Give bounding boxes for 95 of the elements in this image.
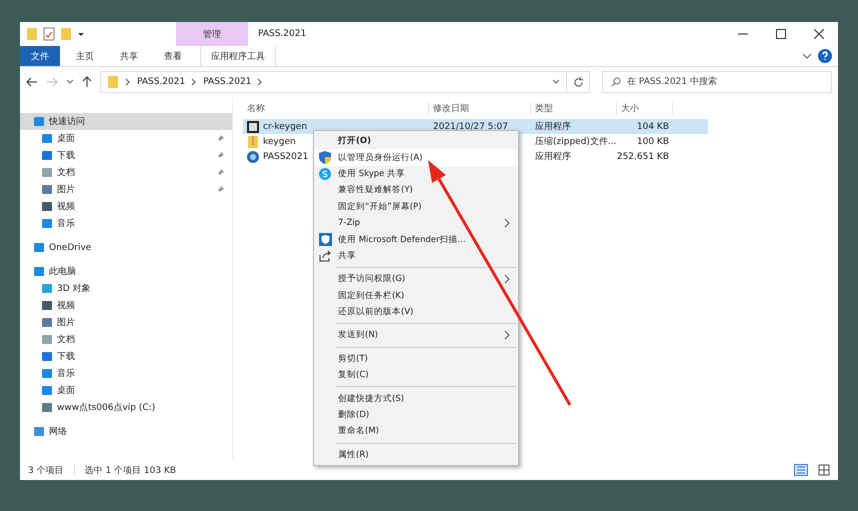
pin-icon[interactable] xyxy=(216,152,224,160)
up-arrow-icon[interactable] xyxy=(82,76,92,88)
selection-info: 选中 1 个项目 103 KB xyxy=(84,464,176,476)
refresh-button[interactable] xyxy=(566,71,590,93)
sidebar-item[interactable]: 下载 xyxy=(20,348,232,365)
sidebar-item[interactable]: 图片 xyxy=(20,314,232,331)
ribbon-tab[interactable]: 共享 xyxy=(110,46,148,66)
shield-icon xyxy=(319,151,331,164)
zip-folder-icon xyxy=(247,136,259,148)
modified-date: 2021/10/27 5:07 xyxy=(433,122,508,132)
maximize-icon[interactable] xyxy=(776,29,786,39)
menu-item[interactable]: 使用 Skype 共享 xyxy=(314,166,518,182)
menu-item[interactable]: 共享 xyxy=(314,248,518,264)
menu-item[interactable]: 删除(D) xyxy=(314,406,518,424)
ribbon-tab[interactable]: 查看 xyxy=(154,46,192,66)
file-name[interactable]: cr-keygen xyxy=(263,122,308,132)
sidebar-item[interactable]: 下载 xyxy=(20,147,232,164)
breadcrumb[interactable]: PASS.2021 xyxy=(203,77,252,87)
ribbon-tab[interactable]: 主页 xyxy=(66,46,104,66)
sidebar-item[interactable]: 文档 xyxy=(20,164,232,181)
window-title: PASS.2021 xyxy=(257,29,308,39)
sidebar-item[interactable]: 图片 xyxy=(20,181,232,198)
menu-item[interactable]: 固定到任务栏(K) xyxy=(314,288,518,304)
chevron-down-icon[interactable] xyxy=(552,79,560,85)
sidebar-item[interactable]: 此电脑 xyxy=(20,263,232,280)
back-arrow-icon[interactable] xyxy=(26,77,38,87)
file-type: 压缩(zipped)文件... xyxy=(535,136,617,148)
sidebar-item[interactable]: www点ts006点vip (C:) xyxy=(20,399,232,416)
folder-icon xyxy=(107,75,119,89)
chevron-down-icon[interactable] xyxy=(802,52,812,60)
sidebar-item[interactable]: 视频 xyxy=(20,297,232,314)
menu-item[interactable]: 兼容性疑难解答(Y) xyxy=(314,182,518,199)
menu-item[interactable]: 创建快捷方式(S) xyxy=(314,390,518,407)
file-size: 252,651 KB xyxy=(616,152,669,162)
shield-icon xyxy=(318,233,332,246)
address-bar[interactable]: PASS.2021 PASS.2021 xyxy=(100,71,567,93)
pin-icon[interactable] xyxy=(216,186,224,194)
context-tab-group: 管理 xyxy=(176,22,248,46)
menu-item[interactable]: 7-Zip xyxy=(314,214,518,232)
menu-item[interactable]: 打开(O) xyxy=(314,133,518,150)
sidebar-item[interactable]: 音乐 xyxy=(20,365,232,382)
skype-icon xyxy=(319,168,331,180)
file-size: 100 KB xyxy=(636,136,669,146)
menu-item[interactable]: 重命名(M) xyxy=(314,423,518,440)
sidebar-item[interactable]: 桌面 xyxy=(20,130,232,147)
search-icon xyxy=(611,77,621,87)
menu-item[interactable]: 固定到“开始”屏幕(P) xyxy=(314,198,518,215)
sidebar-item[interactable]: OneDrive xyxy=(20,239,232,256)
column-header[interactable]: 名称 xyxy=(243,102,429,114)
menu-item[interactable]: 属性(R) xyxy=(314,446,518,464)
help-icon[interactable] xyxy=(818,49,832,63)
chevron-right-icon[interactable] xyxy=(257,78,264,86)
share-icon xyxy=(319,250,331,262)
file-size: 104 KB xyxy=(636,122,669,132)
dropdown-icon[interactable] xyxy=(77,30,85,38)
sidebar-item[interactable]: 音乐 xyxy=(20,215,232,232)
search-field[interactable]: 在 PASS.2021 中搜索 xyxy=(602,71,832,93)
chevron-right-icon[interactable] xyxy=(125,78,131,86)
sidebar-item[interactable]: 桌面 xyxy=(20,382,232,399)
column-header[interactable]: 修改日期 xyxy=(429,102,531,114)
properties-icon[interactable] xyxy=(43,27,55,41)
installer-icon xyxy=(247,150,259,162)
column-header[interactable]: 大小 xyxy=(617,102,673,114)
details-view-icon[interactable] xyxy=(794,464,808,476)
application-icon xyxy=(247,120,259,132)
pin-icon[interactable] xyxy=(216,134,224,142)
menu-item[interactable]: 使用 Microsoft Defender扫描... xyxy=(314,231,518,248)
column-header[interactable]: 类型 xyxy=(531,102,617,114)
sidebar-item-icon xyxy=(34,427,44,436)
menu-item[interactable]: 还原以前的版本(V) xyxy=(314,304,518,320)
breadcrumb[interactable]: PASS.2021 xyxy=(137,77,186,87)
menu-item[interactable]: 以管理员身份运行(A) xyxy=(314,149,518,166)
large-icons-view-icon[interactable] xyxy=(818,464,830,476)
sidebar-item[interactable]: 网络 xyxy=(20,423,232,440)
refresh-icon xyxy=(572,76,584,88)
file-type: 应用程序 xyxy=(535,150,571,163)
sidebar-item[interactable]: 文档 xyxy=(20,331,232,348)
item-count: 3 个项目 xyxy=(28,464,64,476)
file-name[interactable]: keygen xyxy=(263,136,296,146)
sidebar-item[interactable]: 3D 对象 xyxy=(20,280,232,297)
file-name[interactable]: PASS2021 xyxy=(263,152,308,162)
sidebar-item[interactable]: 视频 xyxy=(20,198,232,215)
menu-item[interactable]: 发送到(N) xyxy=(314,327,518,344)
sidebar-item[interactable]: 快速访问 xyxy=(20,113,232,130)
ribbon-tab[interactable]: 文件 xyxy=(20,46,60,66)
pin-icon[interactable] xyxy=(216,168,224,176)
chevron-right-icon[interactable] xyxy=(191,78,198,86)
menu-item[interactable]: 授予访问权限(G) xyxy=(314,271,518,288)
file-type: 应用程序 xyxy=(535,120,571,133)
ribbon-tab[interactable]: 应用程序工具 xyxy=(200,46,276,66)
sidebar-item-icon xyxy=(34,243,44,252)
chevron-down-icon[interactable] xyxy=(66,79,74,85)
menu-item[interactable]: 剪切(T) xyxy=(314,350,518,368)
close-icon[interactable] xyxy=(814,29,824,39)
menu-item[interactable]: 复制(C) xyxy=(314,367,518,384)
